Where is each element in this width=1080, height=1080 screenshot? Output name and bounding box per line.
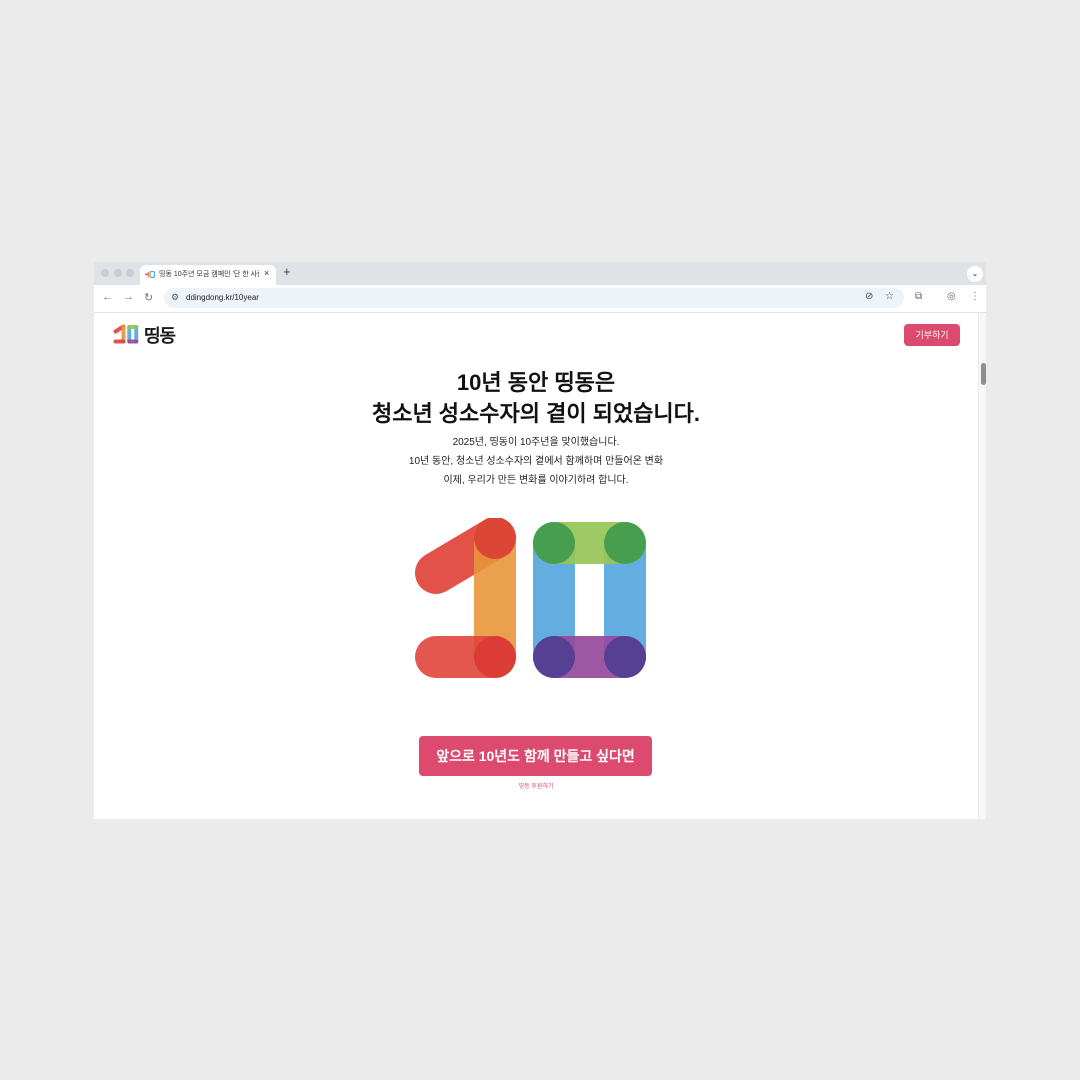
tab-bar: 띵동 10주년 모금 캠페인 '단 한 사람' × + ⌄ xyxy=(94,262,986,285)
headline-line-2: 청소년 성소수자의 곁이 되었습니다. xyxy=(371,401,701,426)
support-cta-caption[interactable]: 띵동 후원하기 xyxy=(94,781,978,790)
new-tab-button[interactable]: + xyxy=(283,264,291,279)
maximize-window-dot[interactable] xyxy=(126,269,134,277)
headline-line-1: 10년 동안 띵동은 xyxy=(456,370,616,395)
active-tab[interactable]: 띵동 10주년 모금 캠페인 '단 한 사람' × xyxy=(140,265,276,285)
scrollbar[interactable] xyxy=(978,313,986,819)
tab-close-icon[interactable]: × xyxy=(264,268,269,278)
logo-text[interactable]: 띵동 xyxy=(144,322,176,348)
description-line-1: 2025년, 띵동이 10주년을 맞이했습니다. xyxy=(452,437,620,448)
eye-off-icon[interactable]: ⊘ xyxy=(865,291,873,302)
forward-icon[interactable]: → xyxy=(123,291,134,303)
browser-toolbar: ← → ↻ ⚙ ddingdong.kr/10year ⊘ ☆ ⧉ ◎ ⋮ xyxy=(94,285,986,313)
description-line-2: 10년 동안, 청소년 성소수자의 곁에서 함께하며 만들어온 변화 xyxy=(408,456,664,467)
tab-title: 띵동 10주년 모금 캠페인 '단 한 사람' xyxy=(159,271,259,278)
tenth-anniversary-logo-icon xyxy=(415,518,646,678)
support-cta-button[interactable]: 앞으로 10년도 함께 만들고 싶다면 xyxy=(419,736,652,776)
url-text: ddingdong.kr/10year xyxy=(186,293,259,302)
ddingdong-logo-icon[interactable] xyxy=(112,324,140,344)
description-line-3: 이제, 우리가 만든 변화를 이야기하려 합니다. xyxy=(443,475,629,486)
chevron-down-icon[interactable]: ⌄ xyxy=(967,266,983,282)
more-icon[interactable]: ⋮ xyxy=(970,291,980,302)
profile-icon[interactable]: ◎ xyxy=(947,291,956,302)
scrollbar-thumb[interactable] xyxy=(981,363,986,385)
minimize-window-dot[interactable] xyxy=(114,269,122,277)
site-info-icon[interactable]: ⚙ xyxy=(171,292,179,303)
donate-button[interactable]: 기부하기 xyxy=(904,324,960,346)
favicon-icon xyxy=(145,271,155,278)
close-window-dot[interactable] xyxy=(101,269,109,277)
back-icon[interactable]: ← xyxy=(102,291,113,303)
browser-window: 띵동 10주년 모금 캠페인 '단 한 사람' × + ⌄ ← → ↻ ⚙ dd… xyxy=(94,262,986,819)
address-bar[interactable]: ⚙ ddingdong.kr/10year ⊘ ☆ xyxy=(164,288,904,308)
extensions-icon[interactable]: ⧉ xyxy=(915,291,922,302)
star-icon[interactable]: ☆ xyxy=(885,291,894,302)
web-page: 띵동 기부하기 10년 동안 띵동은 청소년 성소수자의 곁이 되었습니다. 2… xyxy=(94,313,978,819)
reload-icon[interactable]: ↻ xyxy=(144,291,153,304)
